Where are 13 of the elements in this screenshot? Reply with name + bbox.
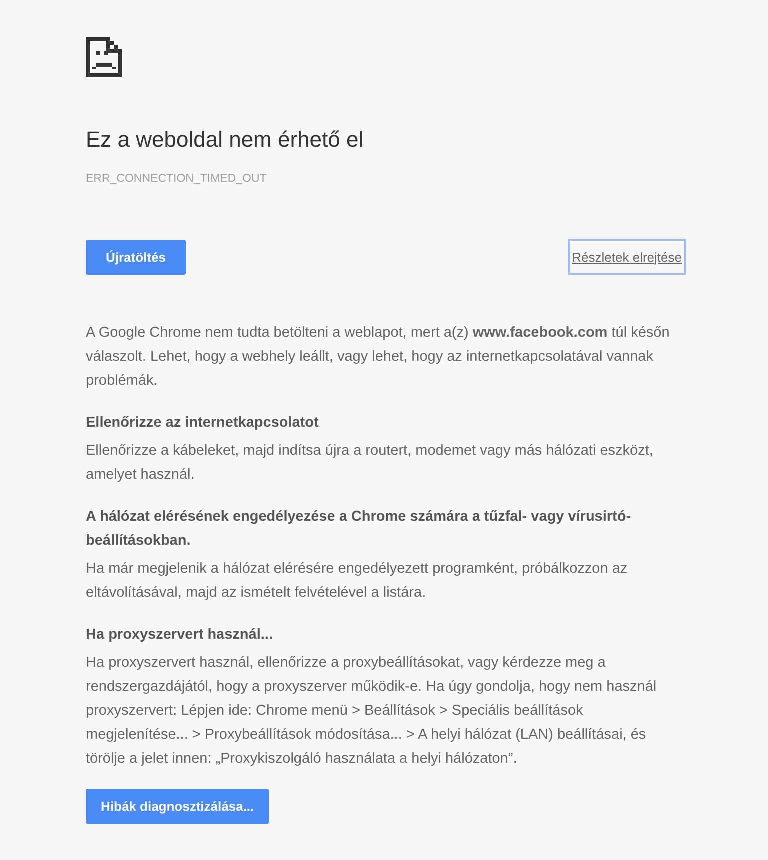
reload-button[interactable]: Újratöltés bbox=[86, 240, 186, 274]
suggestion-text: Ha proxyszervert használ, ellenőrizze a proxybeállításokat, vagy kérdezze meg a rendszergazdájától, hogy a proxyszerver működik-e. Ha úgy gondolja, hogy nem használ proxyszervert: Lépjen ide: Chrome menü > Beállítások > Speciális beállítások megjelenítése... > Proxybeállítások módosítása... > A helyi hálózat (LAN) beállításai, és törölje a jelet innen: „Proxykiszolgáló használata a helyi hálózaton”. bbox=[86, 654, 658, 769]
sad-page-icon bbox=[86, 37, 122, 77]
details-link[interactable]: Részletek elrejtése bbox=[568, 239, 686, 275]
diagnose-button[interactable]: Hibák diagnosztizálása... bbox=[86, 789, 270, 824]
suggestion-text: Ha már megjelenik a hálózat elérésére engedélyezett programként, próbálkozzon az eltávolításával, majd az ismételt felvételével a listára. bbox=[86, 560, 629, 603]
page-title: Ez a weboldal nem érhető el bbox=[86, 126, 364, 154]
error-code: ERR_CONNECTION_TIMED_OUT bbox=[86, 173, 267, 185]
suggestion-heading: Ha proxyszervert használ... bbox=[86, 626, 274, 645]
suggestion-text: Ellenőrizze a kábeleket, majd indítsa újra a routert, modemet vagy más hálózati eszközt, amelyet használ. bbox=[86, 442, 654, 485]
suggestion-heading: A hálózat elérésének engedélyezése a Chrome számára a tűzfal- vagy vírusirtó-beállításokban. bbox=[86, 508, 632, 551]
summary-text: A Google Chrome nem tudta betölteni a weblapot, mert a(z) www.facebook.com túl későn válaszolt. Lehet, hogy a webhely leállt, vagy lehet, hogy az internetkapcsolatával vannak problémák. bbox=[86, 324, 671, 391]
suggestion-heading: Ellenőrizze az internetkapcsolatot bbox=[86, 414, 320, 433]
